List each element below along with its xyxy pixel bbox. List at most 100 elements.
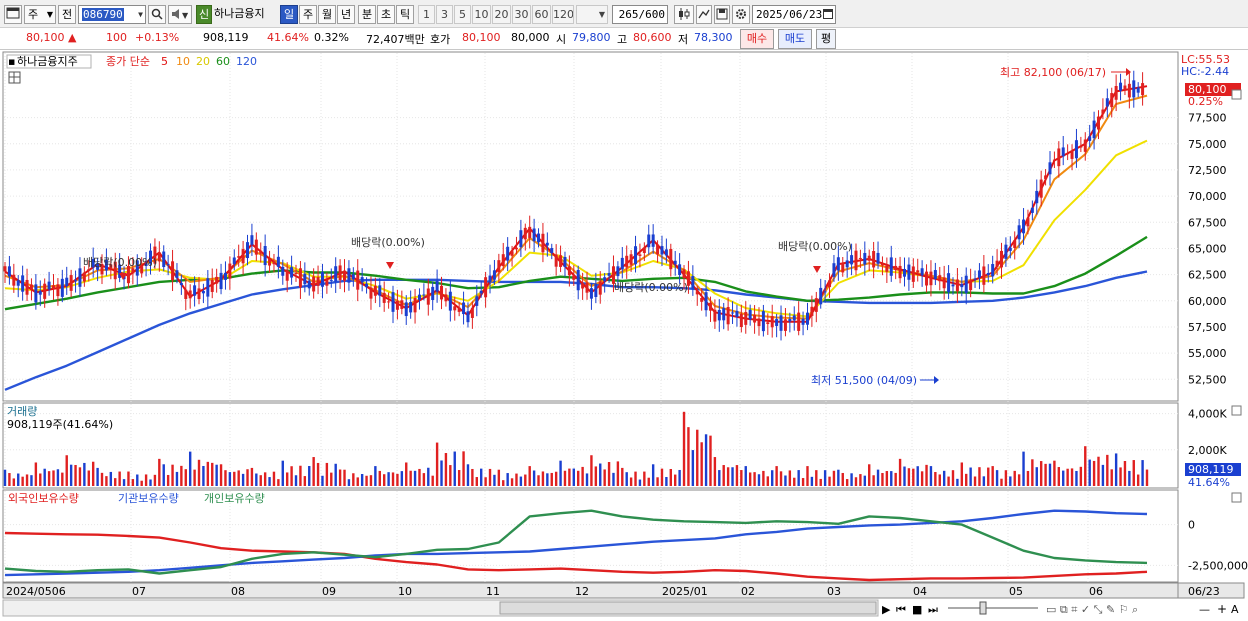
volume-bar <box>651 464 655 486</box>
window-menu-icon[interactable] <box>4 5 22 24</box>
auto-scale-icon[interactable]: A <box>1231 603 1239 616</box>
tab-period-minute[interactable]: 분 <box>358 5 376 24</box>
candle-body <box>1096 116 1100 130</box>
new-badge[interactable]: 신 <box>196 5 212 24</box>
stock-code-input[interactable]: 086790 ▼ <box>78 5 146 24</box>
legend-ma10[interactable]: 10 <box>176 55 190 68</box>
zoom-slider-handle[interactable] <box>979 601 987 615</box>
high-price: 80,600 <box>633 31 672 44</box>
tool-icons[interactable]: ▭ ⧉ ⌗ ✓ ⤡ ✎ ⚐ ⌕ <box>1046 603 1138 616</box>
volume-bar <box>1062 470 1065 486</box>
chart-canvas[interactable]: 77,500 75,000 72,500 70,000 67,500 65,000 62,5… <box>0 50 1248 621</box>
zoom-in-icon[interactable]: + <box>1217 602 1227 616</box>
candle-body <box>12 274 16 286</box>
legend-institution[interactable]: 기관보유수량 <box>118 492 179 505</box>
candle-body <box>695 291 699 295</box>
panel-collapse-icon[interactable] <box>1231 405 1242 416</box>
volume-bar <box>629 477 633 486</box>
candle-body <box>1044 175 1048 179</box>
legend-foreign[interactable]: 외국인보유수량 <box>8 492 79 505</box>
interval-1[interactable]: 1 <box>418 5 435 24</box>
volume-bar <box>109 471 113 486</box>
volume-title[interactable]: 거래량 <box>7 405 37 418</box>
volume-bar <box>21 476 24 486</box>
legend-individual[interactable]: 개인보유수량 <box>204 492 265 505</box>
period-type-select[interactable]: 주 ▼ <box>24 5 56 24</box>
candle-body <box>616 266 620 277</box>
volume-bar <box>158 458 161 486</box>
scrollbar-thumb[interactable] <box>499 601 877 615</box>
tab-period-year[interactable]: 년 <box>337 5 355 24</box>
candle-body <box>620 257 624 270</box>
volume-bar <box>1110 469 1113 486</box>
tab-period-tick[interactable]: 틱 <box>396 5 414 24</box>
legend-type[interactable]: 종가 단순 <box>106 55 150 68</box>
interval-30[interactable]: 30 <box>512 5 531 24</box>
interval-20[interactable]: 20 <box>492 5 511 24</box>
buy-button[interactable]: 매수 <box>740 29 774 49</box>
interval-60[interactable]: 60 <box>532 5 551 24</box>
tab-period-second[interactable]: 초 <box>377 5 395 24</box>
volume-bar <box>365 475 368 486</box>
interval-5[interactable]: 5 <box>454 5 471 24</box>
volume-bar <box>294 475 298 486</box>
price-y-tick: 52,500 <box>1188 373 1227 386</box>
tab-period-day[interactable]: 일 <box>280 5 298 24</box>
count-input[interactable]: 265/600 <box>612 5 668 24</box>
interval-3[interactable]: 3 <box>436 5 453 24</box>
date-input[interactable]: 2025/06/23 <box>752 5 836 24</box>
x-tick: 02 <box>741 585 755 598</box>
stop-icon[interactable]: ■ <box>912 603 922 616</box>
volume-bar <box>779 471 783 486</box>
speaker-icon[interactable]: ▼ <box>168 5 192 24</box>
eval-button[interactable]: 평 <box>816 29 836 49</box>
sell-button[interactable]: 매도 <box>778 29 812 49</box>
scroll-last-icon[interactable]: ⏭ <box>928 603 938 616</box>
volume-bar <box>788 470 792 486</box>
volume-bar <box>665 476 668 486</box>
volume-bar <box>8 473 11 486</box>
candle-type-icon[interactable] <box>674 5 694 24</box>
volume-bar <box>502 480 505 486</box>
interval-120[interactable]: 120 <box>552 5 574 24</box>
legend-ma60[interactable]: 60 <box>216 55 230 68</box>
interval-dropdown[interactable]: ▼ <box>576 5 608 24</box>
save-icon[interactable] <box>714 5 730 24</box>
scroll-first-icon[interactable]: ⏮ <box>896 603 906 616</box>
candle-body <box>470 307 474 318</box>
legend-ma120[interactable]: 120 <box>236 55 257 68</box>
panel-collapse-icon[interactable] <box>1231 492 1242 503</box>
legend-ma5[interactable]: 5 <box>161 55 168 68</box>
legend-ma20[interactable]: 20 <box>196 55 210 68</box>
drawing-tool-icon[interactable] <box>696 5 712 24</box>
scroll-right-icon[interactable]: ▶ <box>882 603 891 616</box>
panel-collapse-icon[interactable] <box>1231 89 1242 100</box>
date-value: 2025/06/23 <box>756 8 823 21</box>
volume-bar <box>303 476 307 486</box>
search-icon[interactable] <box>148 5 166 24</box>
volume-bar <box>65 455 68 486</box>
volume-bar <box>696 429 699 486</box>
volume-value: 908,119주(41.64%) <box>7 418 113 431</box>
prev-button[interactable]: 전 <box>58 5 76 24</box>
candle-body <box>453 306 457 311</box>
candle-body <box>537 233 541 243</box>
interval-10[interactable]: 10 <box>472 5 491 24</box>
volume-bar <box>726 467 730 486</box>
zoom-out-icon[interactable]: — <box>1199 603 1210 616</box>
tab-period-month[interactable]: 월 <box>318 5 336 24</box>
volume-bar <box>136 474 139 486</box>
volume-bar <box>735 465 739 486</box>
gear-icon[interactable] <box>732 5 750 24</box>
tab-period-week[interactable]: 주 <box>299 5 317 24</box>
candle-body <box>828 280 832 288</box>
volume-bar <box>493 474 496 486</box>
volume-bar <box>457 470 461 486</box>
chevron-down-icon: ▼ <box>138 10 143 19</box>
volume-bar <box>868 464 871 486</box>
volume-bar <box>140 480 143 486</box>
calendar-icon[interactable] <box>823 9 833 19</box>
legend-stock-name[interactable]: 하나금융지주 <box>17 54 78 68</box>
volume-bar <box>382 474 386 486</box>
period-type-value: 주 <box>28 8 39 21</box>
